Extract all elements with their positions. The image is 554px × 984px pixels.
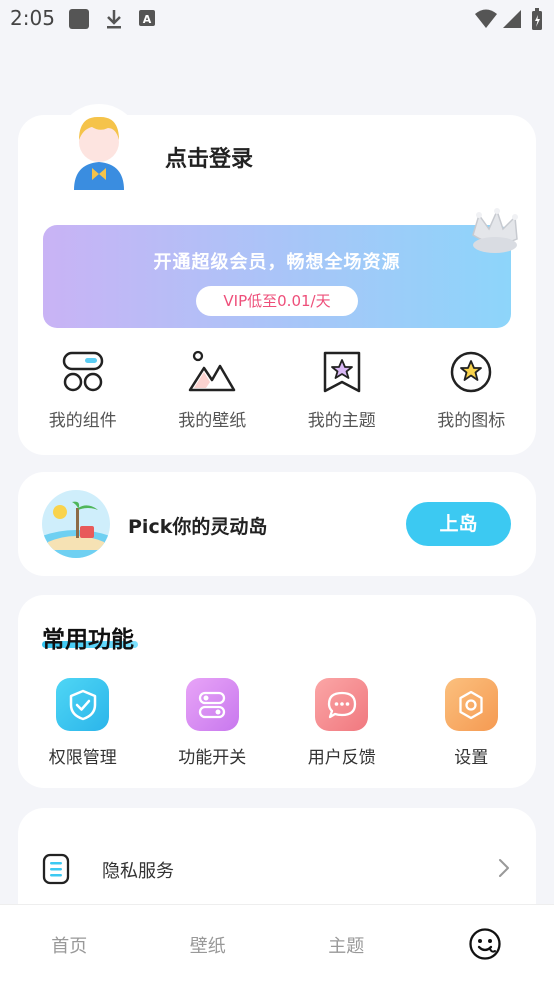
status-bar: 2:05 A xyxy=(0,0,554,40)
status-time: 2:05 xyxy=(10,6,55,30)
nav-theme[interactable]: 主题 xyxy=(277,905,416,984)
switch-icon-tile xyxy=(185,678,239,731)
permission-icon-tile xyxy=(56,678,110,731)
feature-switch-item[interactable]: 功能开关 xyxy=(148,678,278,768)
my-wallpapers-label: 我的壁纸 xyxy=(178,411,247,431)
gallery-icon xyxy=(69,9,89,29)
user-feedback-item[interactable]: 用户反馈 xyxy=(277,678,407,768)
chat-bubble-icon xyxy=(327,691,356,718)
theme-icon xyxy=(323,351,360,393)
vip-price-button[interactable]: VIP低至0.01/天 xyxy=(196,286,358,316)
privacy-service-item[interactable]: 隐私服务 xyxy=(18,840,536,896)
common-functions-card: 常用功能 权限管理 功能开关 用户反馈 设置 xyxy=(18,595,536,788)
feedback-icon-tile xyxy=(315,678,369,731)
a-icon: A xyxy=(139,10,155,26)
crown-icon xyxy=(472,208,518,253)
functions-grid: 权限管理 功能开关 用户反馈 设置 xyxy=(18,678,536,768)
privacy-service-label: 隐私服务 xyxy=(102,861,174,882)
signal-icon xyxy=(503,10,521,28)
svg-text:A: A xyxy=(143,13,152,26)
settings-item[interactable]: 设置 xyxy=(407,678,537,768)
wifi-icon xyxy=(475,9,497,28)
permission-label: 权限管理 xyxy=(48,748,117,768)
my-wallpapers-item[interactable]: 我的壁纸 xyxy=(148,350,278,431)
my-widgets-item[interactable]: 我的组件 xyxy=(18,350,148,431)
my-themes-item[interactable]: 我的主题 xyxy=(277,350,407,431)
widget-icon xyxy=(62,351,103,392)
my-icons-label: 我的图标 xyxy=(437,411,506,431)
avatar[interactable] xyxy=(57,102,141,192)
settings-label: 设置 xyxy=(454,748,489,768)
beach-icon xyxy=(42,490,110,558)
shield-check-icon xyxy=(69,689,96,720)
gear-icon xyxy=(459,690,483,719)
island-title: Pick你的灵动岛 xyxy=(128,516,268,538)
my-icons-item[interactable]: 我的图标 xyxy=(407,350,537,431)
battery-icon xyxy=(532,8,542,30)
chevron-right-icon xyxy=(499,859,509,877)
wallpaper-icon xyxy=(189,350,236,392)
feedback-label: 用户反馈 xyxy=(307,748,376,768)
my-themes-label: 我的主题 xyxy=(307,411,376,431)
island-join-button[interactable]: 上岛 xyxy=(406,502,511,546)
nav-wallpaper[interactable]: 壁纸 xyxy=(139,905,278,984)
download-icon xyxy=(107,10,121,29)
settings-icon-tile xyxy=(444,678,498,731)
vip-title: 开通超级会员，畅想全场资源 xyxy=(153,252,401,273)
bottom-nav: 首页 壁纸 主题 xyxy=(0,904,554,984)
section-title: 常用功能 xyxy=(42,627,134,653)
island-card: Pick你的灵动岛 上岛 xyxy=(18,472,536,576)
avatar-icon xyxy=(57,104,141,190)
profile-card: 点击登录 开通超级会员，畅想全场资源 VIP低至0.01/天 我的组件 我的壁纸… xyxy=(18,104,536,455)
my-widgets-label: 我的组件 xyxy=(48,411,117,431)
document-icon xyxy=(42,853,70,885)
toggle-icon xyxy=(199,691,226,718)
switch-label: 功能开关 xyxy=(178,748,247,768)
vip-banner[interactable]: 开通超级会员，畅想全场资源 VIP低至0.01/天 xyxy=(43,208,518,328)
login-link[interactable]: 点击登录 xyxy=(165,141,253,173)
nav-me[interactable] xyxy=(416,905,554,984)
my-items-grid: 我的组件 我的壁纸 我的主题 我的图标 xyxy=(18,350,536,431)
icon-pack-icon xyxy=(451,351,492,393)
smiley-face-icon xyxy=(469,928,501,960)
nav-home[interactable]: 首页 xyxy=(0,905,139,984)
island-image xyxy=(42,490,110,558)
permission-management-item[interactable]: 权限管理 xyxy=(18,678,148,768)
